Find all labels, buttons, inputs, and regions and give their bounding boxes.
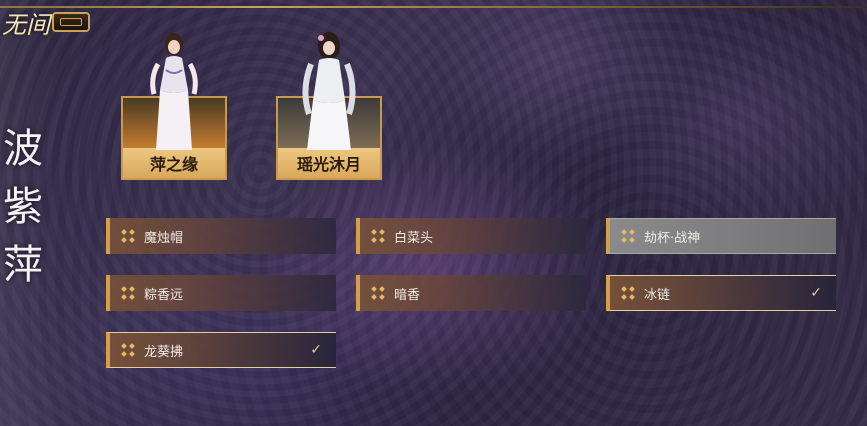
checkmark-icon: ✓ [810,285,822,301]
option-label: 白菜头 [394,230,434,246]
four-diamond-icon [121,286,135,300]
option-label: 粽香远 [144,287,184,303]
character-name: 萍之缘 [123,148,225,178]
four-diamond-icon [621,229,635,243]
option-label: 暗香 [394,287,421,303]
character-card[interactable]: 萍之缘 [121,30,227,180]
option-item[interactable]: 劫杯·战神 [606,218,836,254]
four-diamond-icon [371,286,385,300]
character-card[interactable]: 瑶光沐月 [276,30,382,180]
checkmark-icon: ✓ [310,342,322,358]
logo-text: 无间 [2,10,50,39]
game-logo: 无间 [0,0,98,44]
logo-badge-icon [52,12,90,32]
option-item[interactable]: 暗香 [356,275,586,311]
option-item[interactable]: 魔烛帽 [106,218,336,254]
option-item[interactable]: 冰链 ✓ [606,275,836,311]
option-label: 冰链 [644,287,671,303]
character-portrait-icon [302,32,356,150]
top-border [0,6,867,8]
option-item[interactable]: 龙葵拂 ✓ [106,332,336,368]
calligraphy-char: 紫 [3,184,43,230]
character-name: 瑶光沐月 [278,148,380,178]
option-label: 魔烛帽 [144,230,184,246]
character-portrait-icon [150,33,198,150]
four-diamond-icon [121,343,135,357]
option-label: 龙葵拂 [144,344,184,360]
option-item[interactable]: 白菜头 [356,218,586,254]
calligraphy-char: 波 [3,126,43,172]
side-calligraphy: 波 紫 萍 [0,120,46,294]
four-diamond-icon [621,286,635,300]
option-label: 劫杯·战神 [644,230,701,246]
calligraphy-char: 萍 [3,242,43,288]
four-diamond-icon [121,229,135,243]
option-item[interactable]: 粽香远 [106,275,336,311]
four-diamond-icon [371,229,385,243]
